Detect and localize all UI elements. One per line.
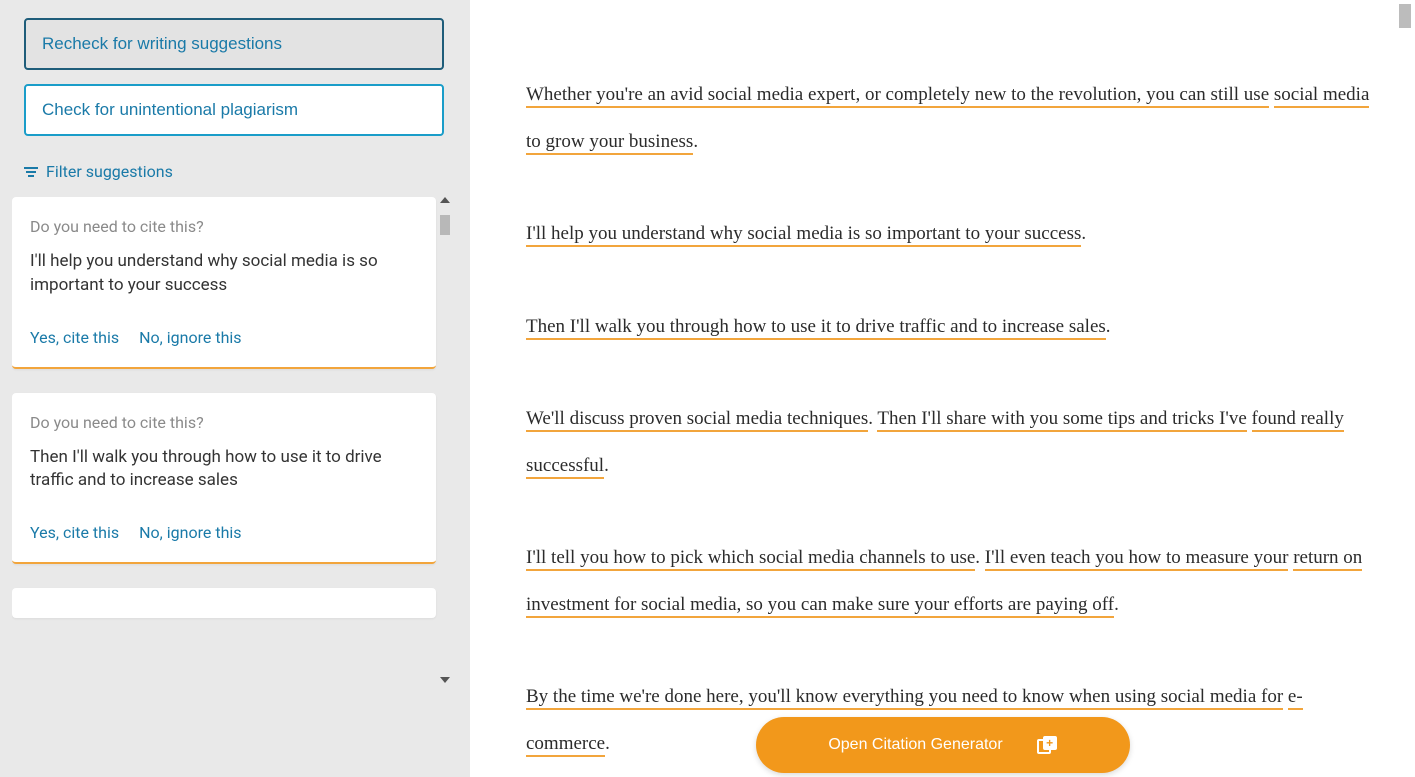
card-question: Do you need to cite this? xyxy=(30,217,418,236)
document-content[interactable]: Whether you're an avid social media expe… xyxy=(526,72,1375,777)
suggestions-list: Do you need to cite this? I'll help you … xyxy=(12,197,458,777)
card-text: I'll help you understand why social medi… xyxy=(30,250,418,298)
open-citation-generator-button[interactable]: Open Citation Generator + xyxy=(756,717,1130,773)
flagged-text[interactable]: I'll even teach you how to measure your xyxy=(985,547,1289,571)
paragraph: I'll help you understand why social medi… xyxy=(526,211,1375,258)
cite-yes-link[interactable]: Yes, cite this xyxy=(30,523,119,542)
paragraph: Then I'll walk you through how to use it… xyxy=(526,304,1375,351)
sidebar-scrollbar[interactable] xyxy=(438,197,452,777)
filter-icon xyxy=(24,167,38,177)
recheck-button[interactable]: Recheck for writing suggestions xyxy=(24,18,444,70)
card-question: Do you need to cite this? xyxy=(30,413,418,432)
paragraph: We'll discuss proven social media techni… xyxy=(526,396,1375,489)
suggestion-card[interactable]: Do you need to cite this? I'll help you … xyxy=(12,197,436,369)
sidebar: Recheck for writing suggestions Check fo… xyxy=(0,0,470,777)
main-scroll-thumb[interactable] xyxy=(1399,4,1411,28)
card-text: Then I'll walk you through how to use it… xyxy=(30,446,418,494)
suggestion-card[interactable]: Do you need to cite this? Then I'll walk… xyxy=(12,393,436,565)
filter-suggestions[interactable]: Filter suggestions xyxy=(12,158,185,197)
filter-label: Filter suggestions xyxy=(46,162,173,181)
document-area: Whether you're an avid social media expe… xyxy=(470,0,1415,777)
flagged-text[interactable]: We'll discuss proven social media techni… xyxy=(526,408,868,432)
cite-no-link[interactable]: No, ignore this xyxy=(139,523,241,542)
paragraph: Whether you're an avid social media expe… xyxy=(526,72,1375,165)
flagged-text[interactable]: Whether you're an avid social media expe… xyxy=(526,84,1269,108)
cite-no-link[interactable]: No, ignore this xyxy=(139,328,241,347)
add-citation-icon: + xyxy=(1037,736,1057,754)
flagged-text[interactable]: I'll help you understand why social medi… xyxy=(526,223,1081,247)
cta-label: Open Citation Generator xyxy=(828,736,1002,754)
cite-yes-link[interactable]: Yes, cite this xyxy=(30,328,119,347)
flagged-text[interactable]: Then I'll share with you some tips and t… xyxy=(877,408,1246,432)
card-actions: Yes, cite this No, ignore this xyxy=(30,523,418,542)
suggestion-card-collapsed[interactable] xyxy=(12,588,436,618)
plagiarism-button[interactable]: Check for unintentional plagiarism xyxy=(24,84,444,136)
card-actions: Yes, cite this No, ignore this xyxy=(30,328,418,347)
scroll-up-icon[interactable] xyxy=(440,197,450,203)
flagged-text[interactable]: By the time we're done here, you'll know… xyxy=(526,686,1283,710)
flagged-text[interactable]: Then I'll walk you through how to use it… xyxy=(526,316,1106,340)
suggestions-scroll[interactable]: Do you need to cite this? I'll help you … xyxy=(12,197,458,777)
app-root: Recheck for writing suggestions Check fo… xyxy=(0,0,1415,777)
scroll-down-icon[interactable] xyxy=(440,677,450,683)
scroll-thumb[interactable] xyxy=(440,215,450,235)
flagged-text[interactable]: I'll tell you how to pick which social m… xyxy=(526,547,975,571)
paragraph: I'll tell you how to pick which social m… xyxy=(526,535,1375,628)
